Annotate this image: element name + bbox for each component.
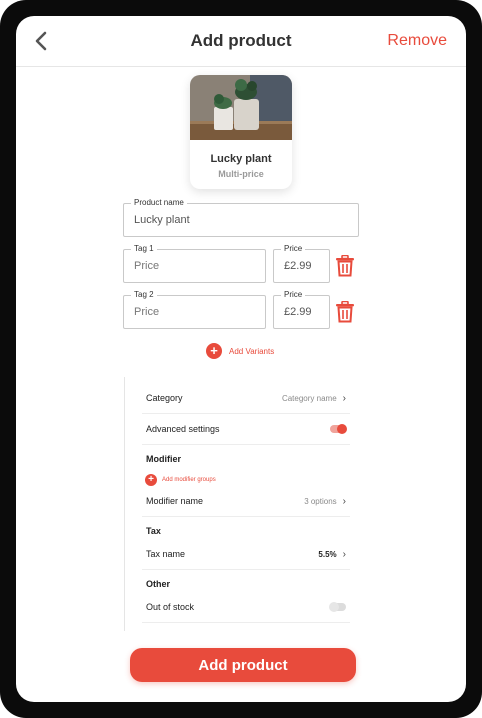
tax-rate-value: 5.5% [318, 549, 337, 559]
advanced-settings-label: Advanced settings [146, 424, 220, 434]
tag-2-field[interactable]: Tag 2 Price [123, 290, 266, 329]
delete-variant-1-button[interactable] [335, 254, 355, 277]
out-of-stock-toggle[interactable] [329, 602, 346, 612]
tablet-frame: Add product Remove Lucky plant Multi-pri… [0, 0, 482, 718]
other-heading: Other [146, 579, 171, 589]
tag-2-placeholder: Price [134, 306, 160, 318]
tax-row[interactable]: Tax name 5.5% › [142, 539, 350, 570]
modifier-heading: Modifier [146, 454, 181, 464]
plus-icon: + [145, 474, 157, 486]
delete-variant-2-button[interactable] [335, 300, 355, 323]
trash-icon [336, 300, 354, 323]
add-variants-button[interactable]: + Add Variants [206, 342, 274, 360]
out-of-stock-row: Out of stock [142, 592, 350, 623]
price-2-value: £2.99 [284, 306, 312, 318]
product-name-field[interactable]: Product name Lucky plant [123, 198, 359, 237]
chevron-right-icon: › [342, 495, 346, 507]
price-2-field[interactable]: Price £2.99 [273, 290, 330, 329]
modifier-row[interactable]: Modifier name 3 options › [142, 486, 350, 517]
add-product-button[interactable]: Add product [130, 648, 356, 682]
settings-divider [124, 377, 125, 631]
product-card[interactable]: Lucky plant Multi-price [190, 75, 292, 189]
toggle-knob [337, 424, 347, 434]
product-image [190, 75, 292, 140]
chevron-right-icon: › [342, 548, 346, 560]
tax-name-label: Tax name [146, 549, 186, 559]
product-card-name: Lucky plant [210, 153, 272, 165]
app-screen: Add product Remove Lucky plant Multi-pri… [16, 16, 466, 702]
add-modifier-groups-button[interactable]: + Add modifier groups [145, 474, 216, 486]
out-of-stock-label: Out of stock [146, 602, 195, 612]
toggle-knob [329, 602, 339, 612]
trash-icon [336, 254, 354, 277]
category-value: Category name [281, 393, 337, 403]
add-modifier-groups-label: Add modifier groups [162, 477, 216, 483]
tag-1-field[interactable]: Tag 1 Price [123, 244, 266, 283]
modifier-name-label: Modifier name [146, 496, 204, 506]
category-row[interactable]: Category Category name › [142, 383, 350, 414]
modifier-options-value: 3 options [304, 496, 337, 506]
chevron-right-icon: › [342, 392, 346, 404]
tax-heading: Tax [146, 526, 161, 536]
add-variants-label: Add Variants [229, 346, 275, 356]
category-label: Category [146, 393, 183, 403]
advanced-settings-row: Advanced settings [142, 414, 350, 445]
price-1-field[interactable]: Price £2.99 [273, 244, 330, 283]
top-bar: Add product Remove [16, 16, 466, 67]
tag-1-placeholder: Price [134, 260, 160, 272]
remove-button[interactable]: Remove [387, 32, 447, 50]
plus-icon: + [206, 343, 222, 359]
advanced-settings-toggle[interactable] [330, 424, 347, 434]
product-card-subtitle: Multi-price [218, 169, 264, 179]
price-1-value: £2.99 [284, 260, 312, 272]
product-name-value: Lucky plant [134, 214, 190, 226]
